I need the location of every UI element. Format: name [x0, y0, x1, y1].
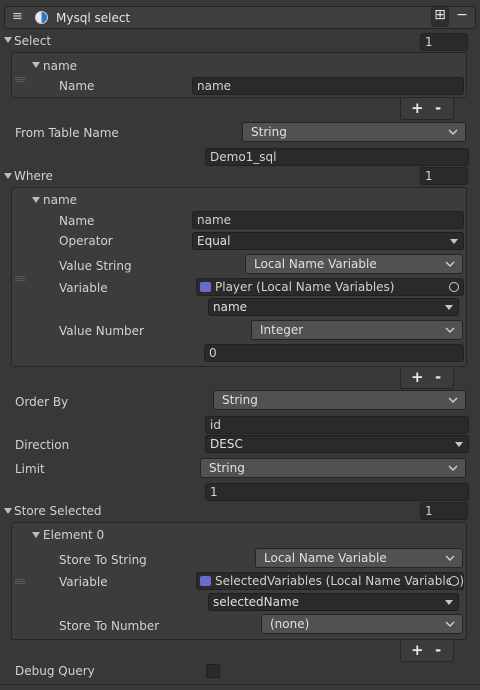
- select-list-controls: + -: [400, 98, 454, 120]
- where-value-string-label: Value String: [59, 259, 132, 273]
- where-value-number-type-dropdown[interactable]: Integer: [251, 320, 463, 340]
- object-picker-icon[interactable]: [449, 576, 459, 586]
- where-name-label: Name: [59, 214, 95, 228]
- store-to-number-dropdown[interactable]: (none): [261, 614, 463, 634]
- store-selected-label[interactable]: Store Selected: [14, 503, 102, 519]
- direction-label: Direction: [15, 438, 70, 452]
- select-name-field[interactable]: name: [192, 77, 464, 95]
- drag-handle[interactable]: [15, 579, 25, 584]
- store-to-number-value: (none): [270, 617, 310, 631]
- drag-handle[interactable]: [15, 77, 25, 82]
- remove-item-button[interactable]: -: [435, 642, 441, 658]
- where-value-number-type-value: Integer: [260, 323, 304, 337]
- variables-asset-icon: [200, 282, 211, 292]
- select-list: name Name name: [11, 52, 467, 98]
- where-label[interactable]: Where: [14, 168, 53, 184]
- chevron-down-icon: [445, 261, 455, 267]
- object-picker-icon[interactable]: [449, 282, 459, 292]
- select-name-label: Name: [59, 79, 95, 93]
- where-variable-label: Variable: [59, 281, 108, 295]
- where-foldout-icon[interactable]: [4, 173, 12, 179]
- where-operator-value: Equal: [197, 234, 231, 248]
- limit-type-dropdown[interactable]: String: [200, 458, 466, 478]
- store-variable-label: Variable: [59, 575, 108, 589]
- add-item-button[interactable]: +: [411, 369, 424, 385]
- where-name-field[interactable]: name: [192, 211, 464, 229]
- triangle-down-icon: [450, 239, 458, 244]
- store-variable-name-value: selectedName: [213, 595, 300, 609]
- triangle-down-icon: [455, 442, 463, 447]
- drag-handle[interactable]: [15, 276, 25, 281]
- direction-value: DESC: [210, 437, 243, 451]
- where-operator-label: Operator: [59, 234, 113, 248]
- where-list-controls: + -: [400, 367, 454, 389]
- limit-value-field[interactable]: 1: [205, 483, 469, 501]
- debug-query-checkbox[interactable]: [206, 664, 220, 678]
- where-variable-name-value: name: [213, 300, 248, 314]
- store-selected-list: Element 0 Store To String Local Name Var…: [11, 522, 467, 640]
- debug-query-label: Debug Query: [15, 664, 95, 678]
- store-selected-list-controls: + -: [400, 640, 454, 662]
- from-table-value-field[interactable]: Demo1_sql: [205, 148, 469, 166]
- from-table-type-dropdown[interactable]: String: [242, 122, 466, 142]
- store-item-header[interactable]: Element 0: [43, 527, 104, 543]
- where-count-field[interactable]: 1: [420, 167, 468, 185]
- triangle-down-icon: [445, 600, 453, 605]
- order-by-label: Order By: [15, 395, 69, 409]
- where-variable-value: Player (Local Name Variables): [215, 280, 395, 294]
- select-item-header[interactable]: name: [43, 58, 77, 74]
- order-by-type-value: String: [222, 393, 258, 407]
- store-to-string-label: Store To String: [59, 553, 147, 567]
- where-item-foldout-icon[interactable]: [32, 197, 40, 203]
- store-variable-object-field[interactable]: SelectedVariables (Local Name Variables): [196, 572, 464, 590]
- remove-item-button[interactable]: -: [435, 100, 441, 116]
- where-item-header[interactable]: name: [43, 192, 77, 208]
- direction-dropdown[interactable]: DESC: [205, 435, 469, 453]
- where-variable-object-field[interactable]: Player (Local Name Variables): [196, 278, 464, 296]
- where-list: name Name name Operator Equal Value Stri…: [11, 187, 467, 367]
- variables-asset-icon: [200, 576, 211, 586]
- add-item-button[interactable]: +: [411, 100, 424, 116]
- chevron-down-icon: [448, 129, 458, 135]
- store-selected-foldout-icon[interactable]: [4, 508, 12, 514]
- store-selected-count-field[interactable]: 1: [420, 502, 468, 520]
- chevron-down-icon: [448, 465, 458, 471]
- chevron-down-icon: [448, 397, 458, 403]
- remove-icon[interactable]: −: [453, 7, 471, 27]
- from-table-type-value: String: [251, 125, 287, 139]
- component-title: Mysql select: [56, 11, 131, 25]
- triangle-down-icon: [445, 305, 453, 310]
- chevron-down-icon: [445, 621, 455, 627]
- chevron-down-icon: [445, 555, 455, 561]
- bottom-divider: [0, 684, 480, 685]
- add-icon[interactable]: ⊞: [431, 7, 449, 27]
- store-to-string-type-dropdown[interactable]: Local Name Variable: [255, 548, 463, 568]
- store-to-string-type-value: Local Name Variable: [264, 551, 387, 565]
- limit-type-value: String: [209, 461, 245, 475]
- order-by-type-dropdown[interactable]: String: [213, 390, 466, 410]
- where-value-string-type-value: Local Name Variable: [254, 257, 377, 271]
- where-value-number-label: Value Number: [59, 324, 144, 338]
- select-foldout-icon[interactable]: [4, 37, 12, 43]
- add-item-button[interactable]: +: [411, 642, 424, 658]
- component-header: ≡ Mysql select ⊞ −: [4, 6, 476, 29]
- select-label[interactable]: Select: [14, 33, 51, 49]
- where-value-number-field[interactable]: 0: [204, 344, 464, 362]
- store-item-foldout-icon[interactable]: [32, 532, 40, 538]
- order-by-value-field[interactable]: id: [205, 416, 469, 434]
- store-to-number-label: Store To Number: [59, 619, 160, 633]
- chevron-down-icon: [445, 327, 455, 333]
- where-value-string-type-dropdown[interactable]: Local Name Variable: [245, 254, 463, 274]
- where-variable-name-dropdown[interactable]: name: [208, 298, 459, 316]
- select-count-field[interactable]: 1: [420, 33, 468, 51]
- remove-item-button[interactable]: -: [435, 369, 441, 385]
- menu-icon[interactable]: ≡: [12, 9, 23, 24]
- limit-label: Limit: [15, 462, 45, 476]
- store-variable-value: SelectedVariables (Local Name Variables): [215, 574, 464, 588]
- where-operator-dropdown[interactable]: Equal: [192, 232, 464, 250]
- select-item-foldout-icon[interactable]: [32, 62, 40, 68]
- store-variable-name-dropdown[interactable]: selectedName: [208, 593, 459, 611]
- from-table-label: From Table Name: [15, 126, 119, 140]
- component-icon: [35, 11, 48, 24]
